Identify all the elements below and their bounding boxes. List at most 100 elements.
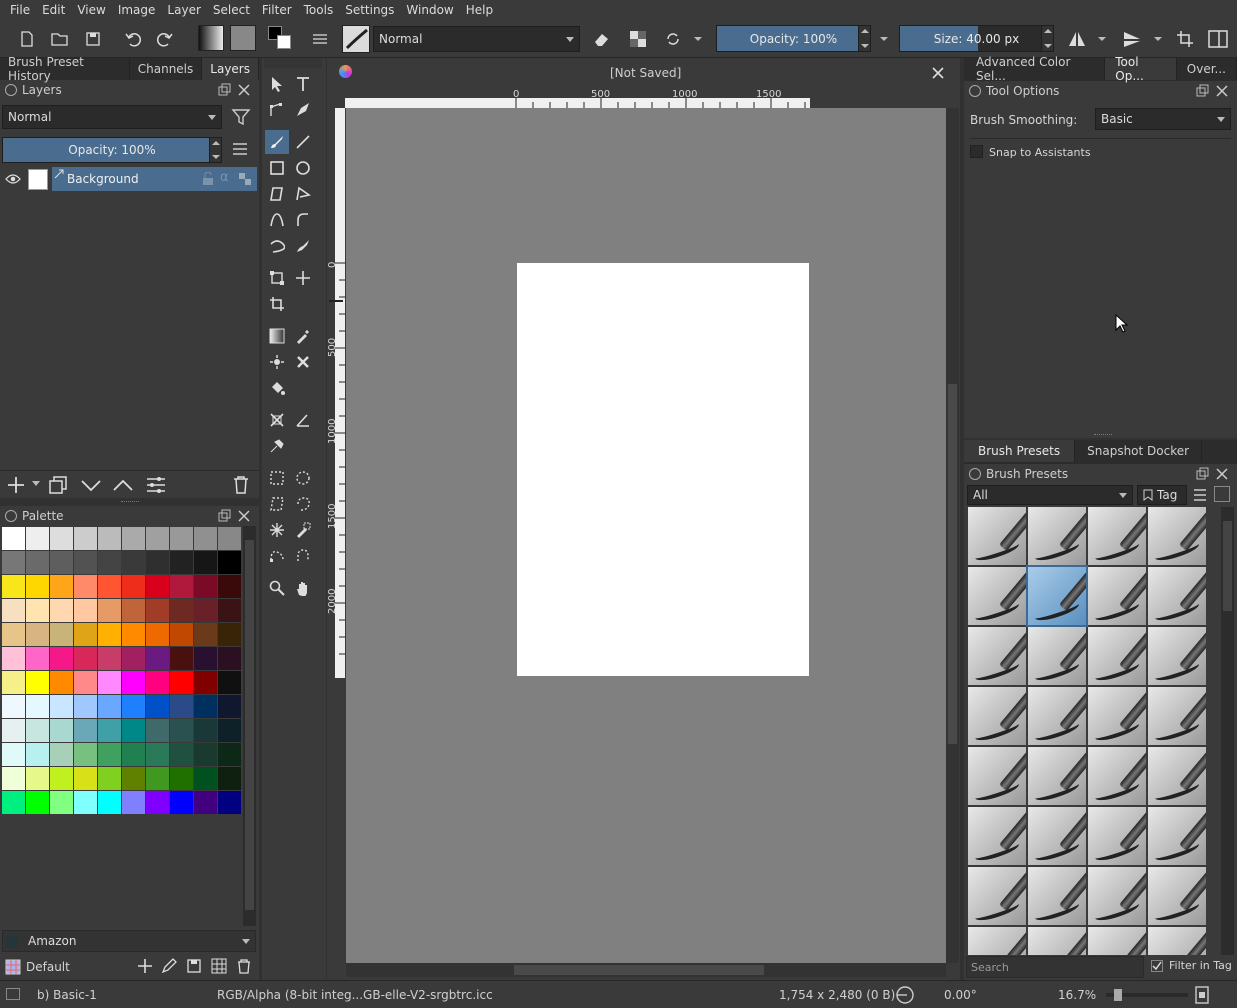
freehand-selection-tool-icon[interactable] — [291, 492, 315, 516]
palette-swatch[interactable] — [74, 527, 97, 550]
brush-preset-thumbnail[interactable] — [968, 807, 1026, 865]
palette-swatch[interactable] — [146, 527, 169, 550]
brush-smoothing-dropdown[interactable]: Basic — [1095, 108, 1231, 130]
palette-swatch[interactable] — [98, 743, 121, 766]
zoom-slider[interactable] — [1106, 989, 1188, 1001]
open-document-icon[interactable] — [47, 26, 73, 52]
menu-tools[interactable]: Tools — [298, 3, 340, 17]
palette-swatch[interactable] — [50, 647, 73, 670]
mirror-h-dropdown-icon[interactable] — [1094, 26, 1110, 52]
palette-swatch[interactable] — [26, 647, 49, 670]
contiguous-selection-tool-icon[interactable] — [265, 518, 289, 542]
palette-swatch[interactable] — [98, 551, 121, 574]
bezier-selection-tool-icon[interactable] — [265, 544, 289, 568]
palette-swatch[interactable] — [50, 719, 73, 742]
palette-swatch[interactable] — [194, 599, 217, 622]
menu-filter[interactable]: Filter — [256, 3, 298, 17]
palette-swatch[interactable] — [170, 527, 193, 550]
tab-overview[interactable]: Over... — [1176, 58, 1237, 80]
bezier-tool-icon[interactable] — [265, 208, 289, 232]
alpha-inherit-icon[interactable]: α — [220, 170, 229, 185]
palette-swatch[interactable] — [146, 743, 169, 766]
palette-swatch[interactable] — [26, 743, 49, 766]
menu-image[interactable]: Image — [112, 3, 162, 17]
reload-dropdown-icon[interactable] — [690, 26, 706, 52]
palette-swatch[interactable] — [2, 767, 25, 790]
edit-shapes-tool-icon[interactable] — [265, 98, 289, 122]
wrap-around-icon[interactable] — [1172, 26, 1198, 52]
palette-swatch[interactable] — [146, 671, 169, 694]
opacity-dropdown-icon[interactable] — [876, 26, 892, 52]
layer-opacity-slider[interactable]: Opacity: 100% — [2, 137, 222, 163]
palette-swatch[interactable] — [122, 575, 145, 598]
menu-view[interactable]: View — [71, 3, 111, 17]
duplicate-layer-icon[interactable] — [48, 475, 70, 495]
brush-preset-thumbnail[interactable] — [968, 507, 1026, 565]
palette-swatch[interactable] — [170, 719, 193, 742]
menu-window[interactable]: Window — [400, 3, 459, 17]
palette-swatch[interactable] — [194, 623, 217, 646]
palette-swatch[interactable] — [74, 575, 97, 598]
brush-preset-thumbnail[interactable] — [968, 627, 1026, 685]
palette-swatch[interactable] — [194, 671, 217, 694]
palette-swatch[interactable] — [2, 671, 25, 694]
layer-menu-icon[interactable] — [232, 142, 248, 156]
snap-to-assistants-checkbox[interactable] — [970, 145, 983, 158]
rotation-icon[interactable] — [893, 985, 917, 1005]
measure-tool-icon[interactable] — [291, 408, 315, 432]
brush-preset-selector[interactable] — [342, 25, 370, 53]
palette-swatch[interactable] — [50, 767, 73, 790]
palette-swatch[interactable] — [194, 791, 217, 814]
brush-preset-thumbnail[interactable] — [1088, 807, 1146, 865]
palette-swatch[interactable] — [26, 599, 49, 622]
brush-view-menu-icon[interactable] — [1193, 488, 1207, 502]
palette-swatch[interactable] — [98, 647, 121, 670]
palette-swatch[interactable] — [26, 695, 49, 718]
blend-mode-dropdown[interactable]: Normal — [373, 26, 580, 52]
palette-swatch[interactable] — [194, 695, 217, 718]
palette-swatch[interactable] — [146, 599, 169, 622]
palette-swatch[interactable] — [26, 671, 49, 694]
horizontal-scrollbar[interactable] — [346, 963, 946, 977]
colorize-mask-tool-icon[interactable] — [265, 350, 289, 374]
brush-filter-dropdown[interactable]: All — [967, 485, 1133, 505]
dynamic-brush-tool-icon[interactable] — [265, 234, 289, 258]
palette-swatch[interactable] — [74, 719, 97, 742]
palette-swatch[interactable] — [146, 647, 169, 670]
layer-lock-icon[interactable] — [201, 172, 215, 186]
palette-swatch[interactable] — [74, 623, 97, 646]
brush-preset-thumbnail[interactable] — [1088, 627, 1146, 685]
size-slider[interactable]: Size: 40.00 px — [899, 25, 1054, 52]
brush-preset-thumbnail[interactable] — [1148, 627, 1206, 685]
palette-swatch[interactable] — [218, 791, 241, 814]
palette-swatch[interactable] — [98, 671, 121, 694]
similar-selection-tool-icon[interactable] — [291, 518, 315, 542]
canvas-viewport[interactable] — [346, 108, 946, 963]
brush-preset-thumbnail[interactable] — [1028, 747, 1086, 805]
palette-swatch[interactable] — [26, 623, 49, 646]
brush-preset-thumbnail[interactable] — [1088, 747, 1146, 805]
palette-swatch[interactable] — [122, 743, 145, 766]
polygon-tool-icon[interactable] — [265, 182, 289, 206]
palette-swatch[interactable] — [26, 767, 49, 790]
brush-storage-icon[interactable] — [1214, 486, 1230, 502]
transform-tool-icon[interactable] — [265, 266, 289, 290]
edit-swatch-icon[interactable] — [161, 958, 177, 974]
brush-preset-thumbnail[interactable] — [1028, 627, 1086, 685]
tab-layers[interactable]: Layers — [202, 58, 259, 80]
palette-swatch[interactable] — [2, 551, 25, 574]
palette-swatch[interactable] — [218, 743, 241, 766]
palette-swatch[interactable] — [218, 599, 241, 622]
palette-swatch[interactable] — [50, 623, 73, 646]
mirror-horizontal-icon[interactable] — [1064, 26, 1090, 52]
reference-images-tool-icon[interactable] — [265, 434, 289, 458]
rotation-value[interactable]: 0.00° — [944, 988, 977, 1002]
palette-swatch[interactable] — [2, 575, 25, 598]
palette-swatch[interactable] — [170, 767, 193, 790]
fit-view-icon[interactable] — [1195, 986, 1209, 1004]
menu-select[interactable]: Select — [207, 3, 256, 17]
brush-preset-thumbnail[interactable] — [1088, 927, 1146, 955]
close-docker-icon[interactable] — [237, 83, 251, 97]
menu-layer[interactable]: Layer — [161, 3, 206, 17]
palette-swatch[interactable] — [194, 767, 217, 790]
